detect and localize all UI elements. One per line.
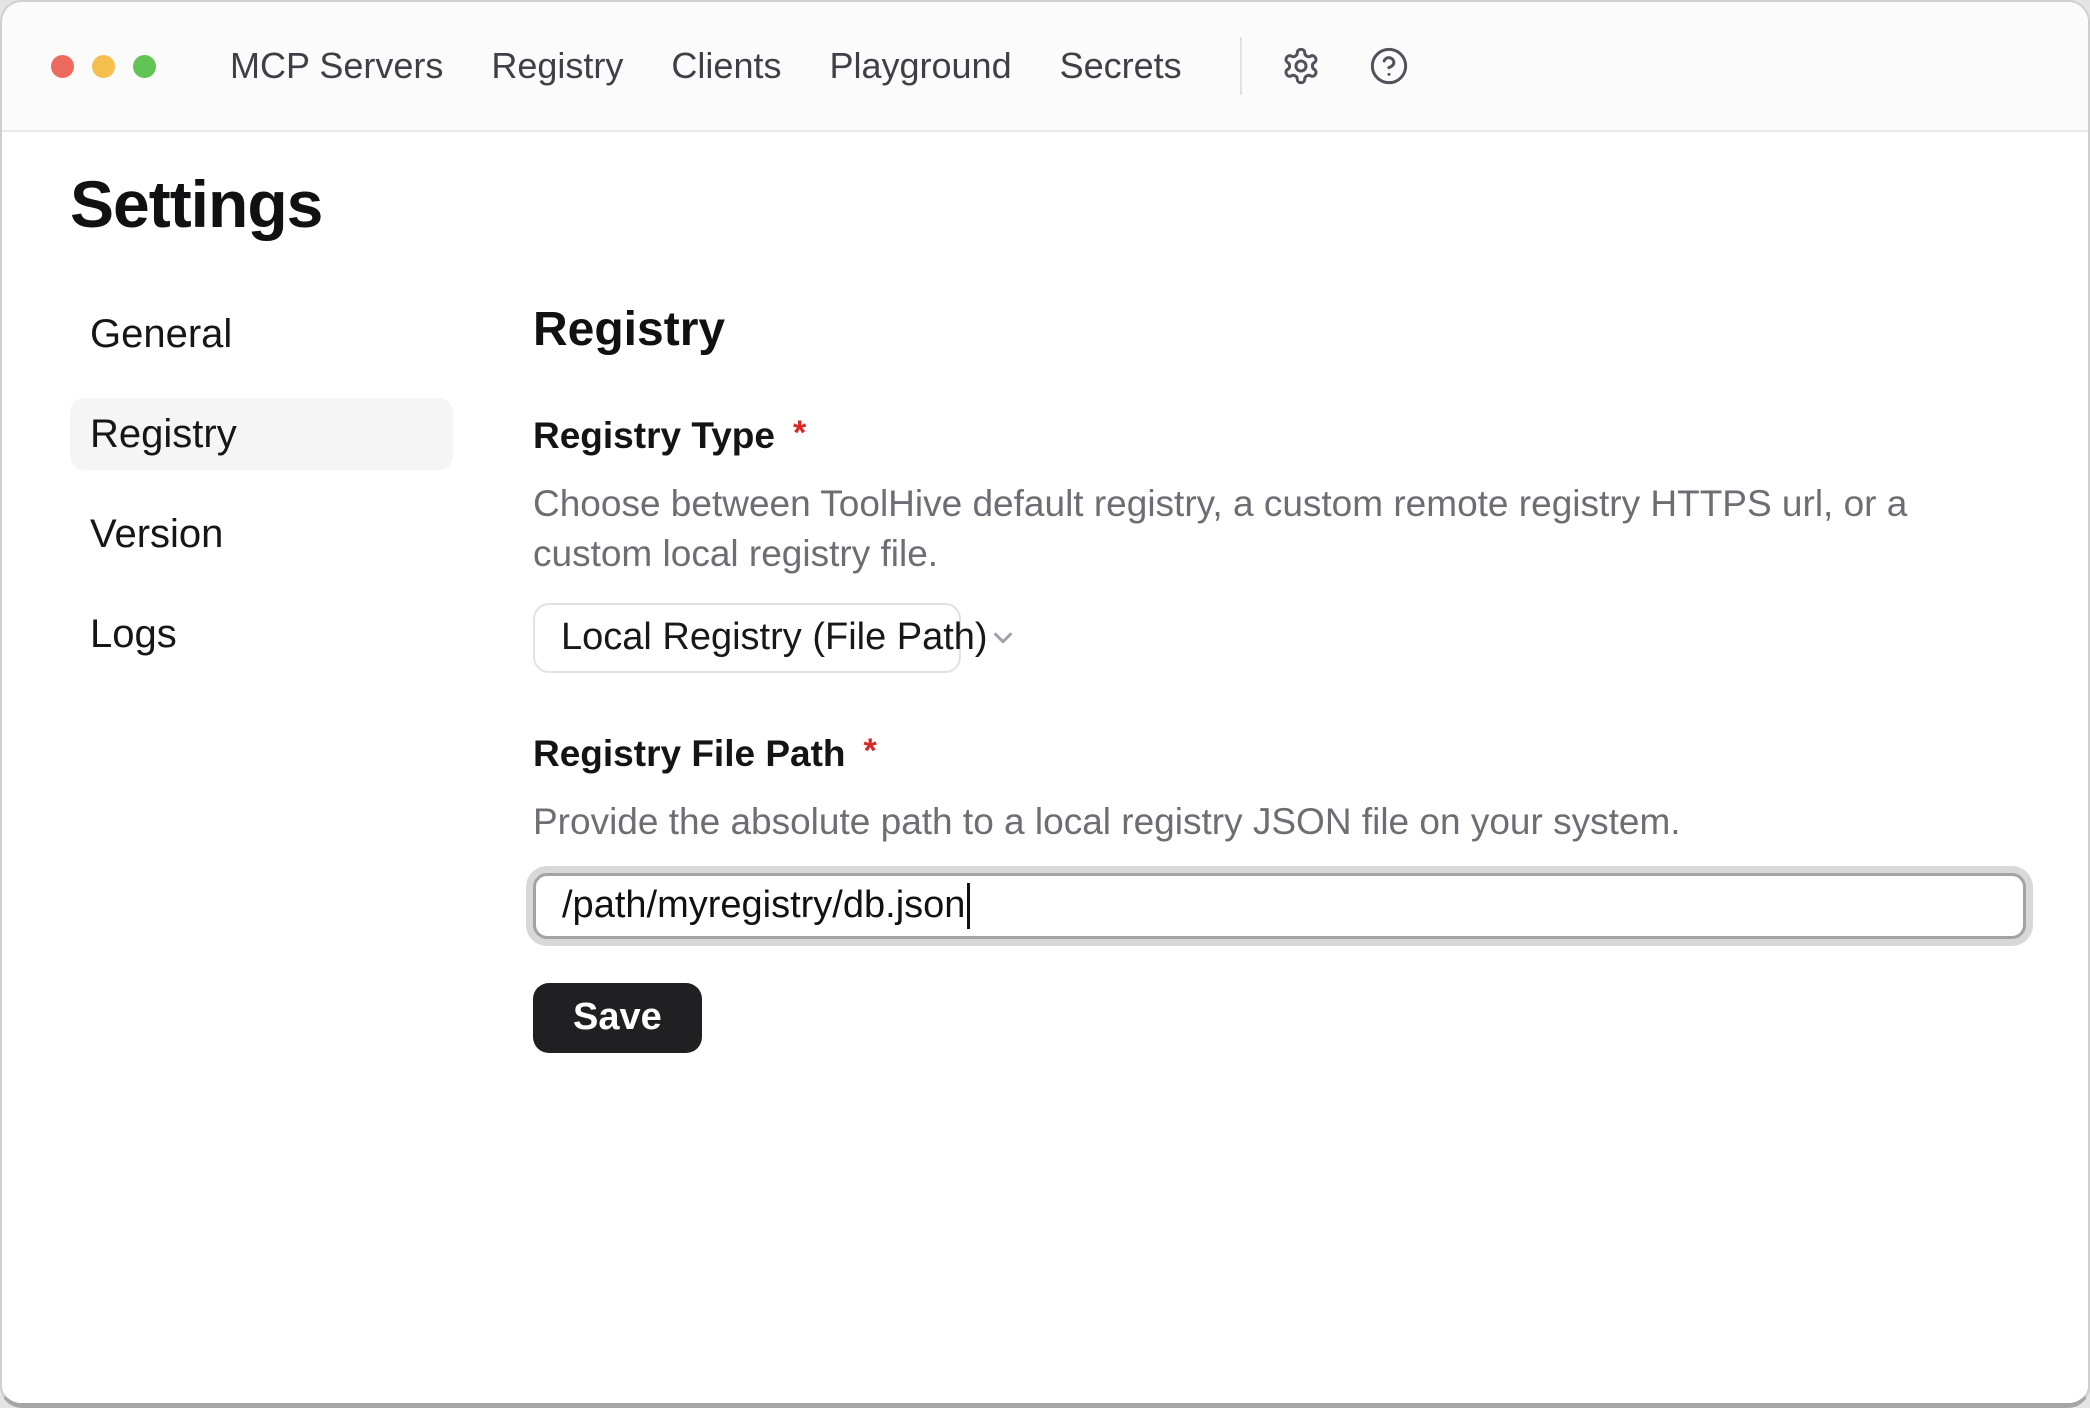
settings-sidebar: General Registry Version Logs [70, 298, 453, 1053]
chevron-down-icon [988, 623, 1018, 653]
required-asterisk: * [793, 415, 806, 452]
window-maximize-button[interactable] [133, 55, 156, 78]
registry-file-path-description: Provide the absolute path to a local reg… [533, 797, 2026, 847]
nav-item-secrets[interactable]: Secrets [1060, 45, 1182, 87]
titlebar: MCP Servers Registry Clients Playground … [2, 2, 2088, 132]
app-window: MCP Servers Registry Clients Playground … [0, 0, 2090, 1408]
text-cursor [967, 883, 970, 929]
sidebar-item-logs[interactable]: Logs [70, 598, 453, 670]
registry-file-path-label: Registry File Path [533, 733, 846, 775]
registry-file-path-field-group: Registry File Path * Provide the absolut… [533, 733, 2026, 939]
traffic-lights [51, 55, 156, 78]
window-close-button[interactable] [51, 55, 74, 78]
nav-item-mcp-servers[interactable]: MCP Servers [230, 45, 443, 87]
window-minimize-button[interactable] [92, 55, 115, 78]
top-navigation: MCP Servers Registry Clients Playground … [230, 45, 1182, 87]
page-title: Settings [70, 166, 2022, 242]
registry-file-path-value: /path/myregistry/db.json [562, 884, 965, 927]
sidebar-item-general[interactable]: General [70, 298, 453, 370]
settings-gear-icon[interactable] [1272, 37, 1330, 95]
save-button[interactable]: Save [533, 983, 702, 1053]
registry-file-path-input[interactable]: /path/myregistry/db.json [533, 873, 2026, 939]
topbar-divider [1240, 37, 1242, 95]
required-asterisk: * [864, 733, 877, 770]
nav-item-clients[interactable]: Clients [671, 45, 781, 87]
sidebar-item-registry[interactable]: Registry [70, 398, 453, 470]
nav-item-playground[interactable]: Playground [829, 45, 1011, 87]
section-heading: Registry [533, 302, 2026, 357]
registry-type-field-group: Registry Type * Choose between ToolHive … [533, 415, 2026, 673]
registry-type-label: Registry Type [533, 415, 775, 457]
topbar-icon-group [1272, 37, 1418, 95]
help-circle-icon[interactable] [1360, 37, 1418, 95]
nav-item-registry[interactable]: Registry [491, 45, 623, 87]
registry-type-selected-value: Local Registry (File Path) [561, 616, 988, 659]
registry-type-select[interactable]: Local Registry (File Path) [533, 603, 961, 673]
settings-page: Settings General Registry Version Logs R… [2, 132, 2088, 1403]
sidebar-item-version[interactable]: Version [70, 498, 453, 570]
registry-settings-panel: Registry Registry Type * Choose between … [533, 298, 2026, 1053]
registry-type-description: Choose between ToolHive default registry… [533, 479, 2026, 579]
